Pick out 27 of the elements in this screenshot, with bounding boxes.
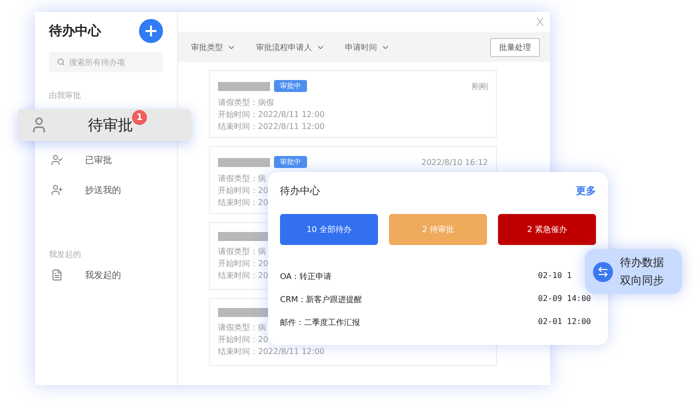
todo-time: 02-10 1 — [538, 271, 573, 282]
section-heading: 由我审批 — [49, 90, 82, 101]
sync-text: 待办数据 — [620, 255, 664, 270]
todo-time: 02-09 14:00 — [538, 294, 592, 305]
card-detail: 结束时间：20 — [218, 197, 268, 209]
section-heading: 我发起的 — [49, 249, 82, 260]
card-detail: 开始时间：2022/8/11 12:00 — [218, 109, 325, 121]
todo-title: CRM：新客户跟进提醒 — [280, 294, 362, 305]
card-detail: 开始时间：20 — [218, 185, 268, 197]
card-detail: 结束时间：2022/8/11 12:00 — [218, 121, 325, 133]
card-time: 刚刚 — [472, 80, 488, 92]
card-detail: 请假类型：病假 — [218, 97, 274, 109]
todo-title: OA：转正申请 — [280, 271, 332, 282]
card-detail: 开始时间：20 — [218, 258, 268, 270]
card-detail: 结束时间：20 — [218, 270, 268, 282]
popup-title: 待办中心 — [280, 184, 320, 198]
card-time: 2022/8/10 16:12 — [421, 158, 488, 166]
card-detail: 请假类型：病 — [218, 173, 266, 185]
card-detail: 请假类型：病 — [218, 322, 266, 334]
app-title: 待办中心 — [49, 22, 101, 40]
sync-text: 双向同步 — [620, 273, 664, 288]
card-detail: 请假类型：病 — [218, 246, 266, 258]
count-badge: 1 — [132, 110, 147, 125]
card-detail: 开始时间：20 — [218, 334, 268, 346]
todo-time: 02-01 12:00 — [538, 317, 592, 328]
card-detail: 结束时间：2022/8/11 12:00 — [218, 346, 325, 358]
todo-title: 邮件：二季度工作汇报 — [280, 317, 360, 328]
